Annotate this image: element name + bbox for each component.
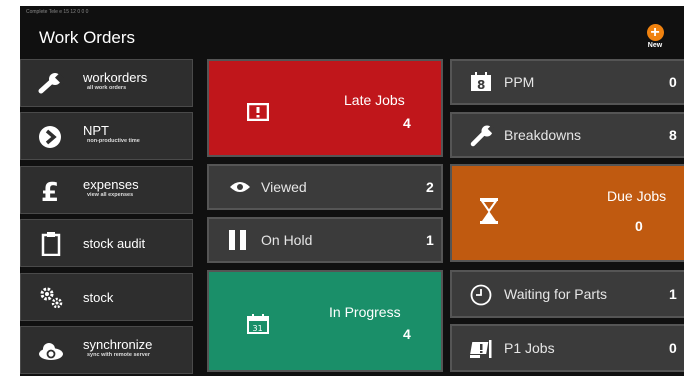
tile-count: 8 [669, 127, 677, 143]
tile-label: On Hold [261, 232, 313, 248]
svg-text:£: £ [41, 179, 59, 203]
sidebar-item-label: expenses [83, 177, 139, 192]
tile-label: Breakdowns [504, 127, 582, 143]
new-button[interactable]: + New [642, 24, 668, 49]
tile-late-jobs[interactable]: Late Jobs 4 [207, 59, 443, 157]
chevron-right-icon [39, 126, 61, 148]
tile-count: 2 [426, 179, 434, 195]
app-window: Complete Tele e 15 12 0 0 0 Work Orders … [20, 6, 684, 376]
tile-label: In Progress [329, 304, 401, 320]
sidebar-item-expenses[interactable]: £ expenses view all expenses [20, 166, 193, 214]
pause-icon [229, 230, 246, 250]
calendar-day-number: 31 [253, 324, 263, 333]
sidebar-item-sublabel: view all expenses [87, 192, 134, 198]
tile-on-hold[interactable]: On Hold 1 [207, 217, 443, 263]
tile-viewed[interactable]: Viewed 2 [207, 164, 443, 210]
ppm-icon-text: 8 [477, 78, 485, 92]
wrench-icon [470, 125, 494, 147]
calendar-8-icon: 8 [471, 72, 491, 92]
sidebar-item-stock-audit[interactable]: stock audit [20, 219, 193, 267]
calendar-icon: 31 [247, 314, 269, 334]
tile-label: PPM [504, 74, 535, 90]
tile-ppm[interactable]: 8 PPM 0 [450, 59, 684, 105]
tile-label: P1 Jobs [504, 340, 555, 356]
sidebar-item-label: stock [83, 290, 114, 305]
gears-icon [40, 287, 63, 309]
sidebar-item-label: workorders [83, 70, 148, 85]
tile-count: 1 [669, 286, 677, 302]
cloud-sync-icon [39, 343, 63, 360]
plus-icon: + [646, 24, 664, 41]
tile-count: 0 [669, 340, 677, 356]
eye-icon [230, 182, 250, 192]
sidebar-item-label: synchronize [83, 337, 153, 352]
tile-label: Late Jobs [344, 92, 405, 108]
tile-label: Waiting for Parts [504, 286, 607, 302]
status-bar-text: Complete Tele e 15 12 0 0 0 [26, 9, 89, 15]
sidebar-item-synchronize[interactable]: synchronize sync with remote server [20, 326, 193, 374]
tile-count: 4 [403, 115, 411, 131]
alert-icon [247, 103, 269, 121]
clipboard-icon [41, 232, 61, 256]
tile-count: 1 [426, 232, 434, 248]
tile-count: 4 [403, 326, 411, 342]
page-title: Work Orders [39, 28, 136, 47]
sidebar-item-sublabel: all work orders [87, 85, 127, 91]
tile-in-progress[interactable]: 31 In Progress 4 [207, 270, 443, 372]
pound-icon: £ [41, 179, 59, 203]
tile-count: 0 [669, 74, 677, 90]
sidebar-item-label: NPT [83, 123, 109, 138]
sidebar-item-sublabel: non-productive time [87, 138, 140, 144]
wrench-icon [38, 73, 64, 94]
new-button-label: New [647, 42, 663, 49]
clock-icon [470, 284, 492, 306]
hourglass-icon [480, 198, 498, 224]
tile-breakdowns[interactable]: Breakdowns 8 [450, 112, 684, 158]
tile-count: 0 [635, 218, 643, 234]
sidebar-item-label: stock audit [83, 236, 146, 251]
tile-due-jobs[interactable]: Due Jobs 0 [450, 164, 684, 262]
sidebar-item-npt[interactable]: NPT non-productive time [20, 112, 193, 160]
sidebar-item-stock[interactable]: stock [20, 273, 193, 321]
tile-waiting-for-parts[interactable]: Waiting for Parts 1 [450, 270, 684, 318]
sidebar-item-sublabel: sync with remote server [87, 352, 150, 358]
sidebar-item-workorders[interactable]: workorders all work orders [20, 59, 193, 107]
tile-label: Viewed [261, 179, 307, 195]
priority-icon [470, 340, 492, 358]
tile-label: Due Jobs [607, 188, 667, 204]
tile-p1-jobs[interactable]: P1 Jobs 0 [450, 324, 684, 372]
